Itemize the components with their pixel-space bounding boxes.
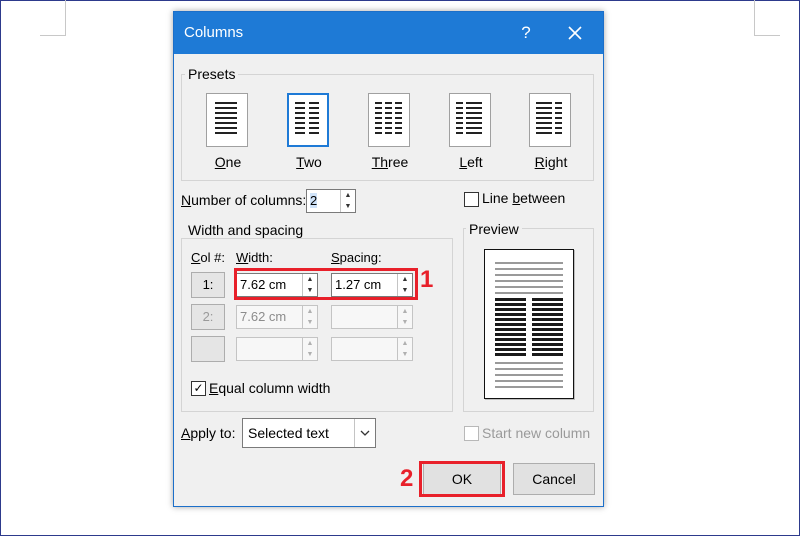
crop-mark-top-right-horizontal <box>754 35 780 36</box>
two-columns-icon <box>287 93 329 147</box>
equal-column-width-label: Equal column width <box>209 380 331 396</box>
close-icon <box>568 26 582 40</box>
crop-mark-top-left <box>65 0 66 36</box>
col-3-spacing-arrows: ▲ ▼ <box>397 338 412 360</box>
width-header: Width: <box>236 250 273 265</box>
crop-mark-top-left-horizontal <box>40 35 66 36</box>
spin-down-icon[interactable]: ▼ <box>341 201 355 212</box>
col-2-width-arrows: ▲ ▼ <box>302 306 317 328</box>
col-number-header: Col #: <box>191 250 225 265</box>
preview-group-label: Preview <box>466 221 522 237</box>
preview-column-right <box>532 298 563 356</box>
number-of-columns-spinner[interactable]: 2 ▲ ▼ <box>306 189 356 213</box>
chevron-down-icon[interactable] <box>354 419 375 447</box>
preset-left-label: Left <box>459 154 483 170</box>
presets-group-label: Presets <box>185 66 239 82</box>
columns-dialog: Columns ? Presets One Two Three Left Rig… <box>173 11 604 507</box>
number-of-columns-label: Number of columns: <box>181 192 307 208</box>
col-2-width-value: 7.62 cm <box>240 309 287 324</box>
start-new-column-label: Start new column <box>482 425 591 441</box>
three-columns-icon <box>368 93 410 147</box>
spacing-header: Spacing: <box>331 250 382 265</box>
one-column-icon <box>206 93 248 147</box>
col-2-button: 2: <box>191 304 225 330</box>
col-2-spacing-spinner: ▲ ▼ <box>331 305 413 329</box>
start-new-column-checkbox <box>464 426 479 441</box>
preset-two-label: Two <box>296 154 322 170</box>
number-of-columns-arrows: ▲ ▼ <box>340 190 355 212</box>
spin-down-icon: ▼ <box>401 351 409 358</box>
col-2-width-spinner: 7.62 cm ▲ ▼ <box>236 305 318 329</box>
preview-column-left <box>495 298 526 356</box>
preset-one-label: One <box>214 154 242 170</box>
apply-to-label: Apply to: <box>181 425 236 441</box>
left-column-icon <box>449 93 491 147</box>
spin-down-icon: ▼ <box>401 319 409 326</box>
preset-right-label: Right <box>534 154 568 170</box>
preset-two[interactable]: Two <box>281 93 337 173</box>
line-between-label: Line between <box>482 190 566 206</box>
number-of-columns-value[interactable]: 2 <box>310 193 318 208</box>
crop-mark-top-right <box>754 0 755 36</box>
spin-down-icon: ▼ <box>306 319 314 326</box>
apply-to-value: Selected text <box>248 425 329 441</box>
col-3-width-arrows: ▲ ▼ <box>302 338 317 360</box>
dialog-titlebar: Columns ? <box>174 12 603 54</box>
annotation-marker-1: 1 <box>420 266 434 293</box>
preset-three[interactable]: Three <box>362 93 418 173</box>
cancel-button[interactable]: Cancel <box>513 463 595 495</box>
spin-up-icon: ▲ <box>401 340 409 347</box>
preset-three-label: Three <box>371 154 409 170</box>
col-3-width-spinner: ▲ ▼ <box>236 337 318 361</box>
spin-down-icon: ▼ <box>306 351 314 358</box>
close-button[interactable] <box>562 20 588 46</box>
apply-to-select[interactable]: Selected text <box>242 418 376 448</box>
dialog-title: Columns <box>184 24 244 41</box>
annotation-box-width-spacing <box>234 268 418 300</box>
spin-up-icon: ▲ <box>306 308 314 315</box>
right-column-icon <box>529 93 571 147</box>
spin-up-icon: ▲ <box>306 340 314 347</box>
annotation-marker-2: 2 <box>400 465 414 492</box>
preset-one[interactable]: One <box>200 93 256 173</box>
spin-up-icon[interactable]: ▲ <box>341 190 355 201</box>
spin-up-icon: ▲ <box>401 308 409 315</box>
help-button[interactable]: ? <box>514 20 538 46</box>
col-3-button <box>191 336 225 362</box>
preview-page <box>484 249 574 399</box>
line-between-checkbox[interactable] <box>464 192 479 207</box>
preset-left[interactable]: Left <box>443 93 499 173</box>
col-2-spacing-arrows: ▲ ▼ <box>397 306 412 328</box>
width-spacing-group-label: Width and spacing <box>185 222 307 238</box>
annotation-box-ok <box>419 461 505 497</box>
col-3-spacing-spinner: ▲ ▼ <box>331 337 413 361</box>
preset-right[interactable]: Right <box>523 93 579 173</box>
col-1-button[interactable]: 1: <box>191 272 225 298</box>
equal-column-width-checkbox[interactable]: ✓ <box>191 381 206 396</box>
